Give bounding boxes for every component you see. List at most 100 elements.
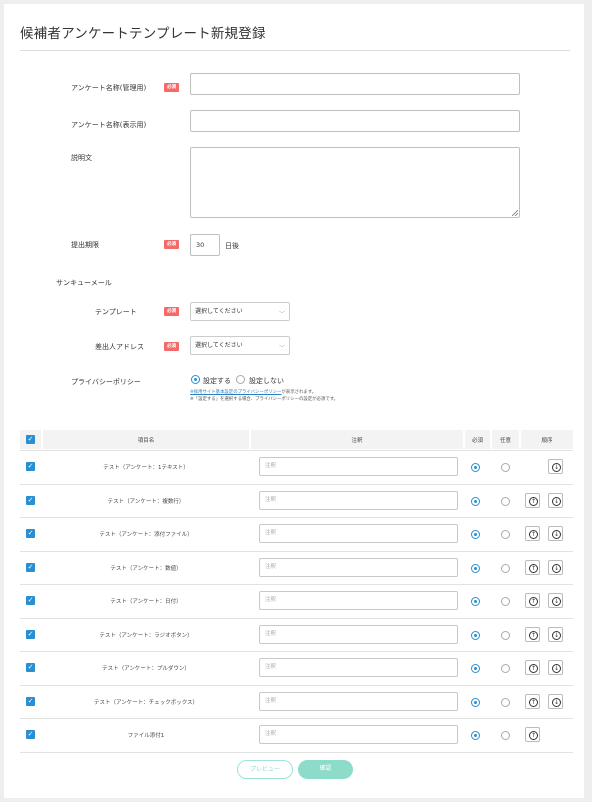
move-up-button[interactable]: ↑ bbox=[525, 660, 540, 675]
arrow-down-icon: ↓ bbox=[552, 497, 561, 506]
row-checkbox[interactable]: ✓ bbox=[26, 529, 35, 538]
privacy-note-2: ※「設定する」を選択する場合、プライバシーポリシーの設定が必須です。 bbox=[190, 397, 339, 402]
select-all-checkbox[interactable]: ✓ bbox=[26, 435, 35, 444]
name-display-input[interactable] bbox=[190, 110, 520, 132]
row-note-input[interactable]: 注釈 bbox=[259, 625, 458, 644]
move-up-button[interactable]: ↑ bbox=[525, 694, 540, 709]
row-required-radio[interactable] bbox=[471, 530, 480, 539]
row-checkbox[interactable]: ✓ bbox=[26, 496, 35, 505]
row-note-input[interactable]: 注釈 bbox=[259, 491, 458, 510]
col-header-required: 必須 bbox=[471, 438, 483, 444]
row-optional-radio[interactable] bbox=[501, 463, 510, 472]
row-checkbox[interactable]: ✓ bbox=[26, 697, 35, 706]
move-up-button[interactable]: ↑ bbox=[525, 727, 540, 742]
row-optional-radio[interactable] bbox=[501, 597, 510, 606]
required-badge: 必須 bbox=[164, 342, 179, 351]
name-admin-input[interactable] bbox=[190, 73, 520, 95]
row-required-radio[interactable] bbox=[471, 564, 480, 573]
row-optional-radio[interactable] bbox=[501, 698, 510, 707]
row-divider bbox=[20, 584, 573, 585]
privacy-policy-link[interactable]: ※採用サイト基本設定のプライバシーポリシー bbox=[190, 390, 281, 395]
row-required-radio[interactable] bbox=[471, 497, 480, 506]
row-note-input[interactable]: 注釈 bbox=[259, 457, 458, 476]
row-optional-radio[interactable] bbox=[501, 631, 510, 640]
resize-handle-icon bbox=[512, 210, 518, 216]
move-down-button[interactable]: ↓ bbox=[548, 560, 563, 575]
name-display-label: アンケート名称(表示用) bbox=[71, 121, 147, 129]
required-badge: 必須 bbox=[164, 240, 179, 249]
description-textarea[interactable] bbox=[190, 147, 520, 218]
row-checkbox[interactable]: ✓ bbox=[26, 563, 35, 572]
row-note-input[interactable]: 注釈 bbox=[259, 658, 458, 677]
chevron-down-icon: ﹀ bbox=[278, 311, 285, 318]
arrow-down-icon: ↓ bbox=[552, 530, 561, 539]
move-up-button[interactable]: ↑ bbox=[525, 627, 540, 642]
row-required-radio[interactable] bbox=[471, 597, 480, 606]
row-required-radio[interactable] bbox=[471, 631, 480, 640]
arrow-up-icon: ↑ bbox=[529, 564, 538, 573]
row-optional-radio[interactable] bbox=[501, 564, 510, 573]
row-note-input[interactable]: 注釈 bbox=[259, 725, 458, 744]
sender-label: 差出人アドレス bbox=[95, 343, 144, 351]
privacy-off-label: 設定しない bbox=[249, 377, 284, 385]
move-down-button[interactable]: ↓ bbox=[548, 593, 563, 608]
row-optional-radio[interactable] bbox=[501, 530, 510, 539]
row-note-input[interactable]: 注釈 bbox=[259, 558, 458, 577]
arrow-down-icon: ↓ bbox=[552, 631, 561, 640]
privacy-on-radio[interactable] bbox=[191, 375, 200, 384]
row-required-radio[interactable] bbox=[471, 698, 480, 707]
row-required-radio[interactable] bbox=[471, 664, 480, 673]
sender-select-value: 選択してください bbox=[195, 342, 243, 349]
row-required-radio[interactable] bbox=[471, 463, 480, 472]
row-optional-radio[interactable] bbox=[501, 497, 510, 506]
row-optional-radio[interactable] bbox=[501, 664, 510, 673]
move-down-button[interactable]: ↓ bbox=[548, 660, 563, 675]
move-down-button[interactable]: ↓ bbox=[548, 627, 563, 642]
row-checkbox[interactable]: ✓ bbox=[26, 630, 35, 639]
row-optional-radio[interactable] bbox=[501, 731, 510, 740]
row-required-radio[interactable] bbox=[471, 731, 480, 740]
arrow-up-icon: ↑ bbox=[529, 698, 538, 707]
privacy-note: ※採用サイト基本設定のプライバシーポリシーが表示されます。 bbox=[190, 390, 317, 395]
row-divider bbox=[20, 752, 573, 753]
template-label: テンプレート bbox=[95, 308, 137, 316]
move-up-button[interactable]: ↑ bbox=[525, 593, 540, 608]
row-item-name: テスト（アンケート：チェックボックス） bbox=[93, 700, 199, 706]
row-divider bbox=[20, 618, 573, 619]
move-down-button[interactable]: ↓ bbox=[548, 459, 563, 474]
description-label: 説明文 bbox=[71, 154, 92, 162]
move-down-button[interactable]: ↓ bbox=[548, 526, 563, 541]
row-divider bbox=[20, 718, 573, 719]
row-divider bbox=[20, 450, 573, 451]
arrow-down-icon: ↓ bbox=[552, 597, 561, 606]
row-item-name: テスト（アンケート：添付ファイル） bbox=[99, 532, 193, 538]
row-item-name: テスト（アンケート：数値） bbox=[110, 566, 182, 572]
move-up-button[interactable]: ↑ bbox=[525, 493, 540, 508]
row-item-name: テスト（アンケート：複数行） bbox=[107, 499, 185, 505]
move-down-button[interactable]: ↓ bbox=[548, 694, 563, 709]
move-down-button[interactable]: ↓ bbox=[548, 493, 563, 508]
col-header-note: 注釈 bbox=[351, 438, 363, 444]
row-item-name: ファイル添付1 bbox=[127, 733, 165, 739]
preview-button[interactable]: プレビュー bbox=[237, 760, 293, 779]
row-checkbox[interactable]: ✓ bbox=[26, 663, 35, 672]
row-checkbox[interactable]: ✓ bbox=[26, 730, 35, 739]
row-checkbox[interactable]: ✓ bbox=[26, 596, 35, 605]
register-button[interactable]: 確認 bbox=[298, 760, 353, 779]
template-select-value: 選択してください bbox=[195, 308, 243, 315]
move-up-button[interactable]: ↑ bbox=[525, 526, 540, 541]
arrow-up-icon: ↑ bbox=[529, 731, 538, 740]
page-title: 候補者アンケートテンプレート新規登録 bbox=[20, 26, 266, 42]
row-checkbox[interactable]: ✓ bbox=[26, 462, 35, 471]
privacy-off-radio[interactable] bbox=[236, 375, 245, 384]
move-up-button[interactable]: ↑ bbox=[525, 560, 540, 575]
row-note-input[interactable]: 注釈 bbox=[259, 591, 458, 610]
deadline-days-input[interactable]: 30 bbox=[190, 234, 220, 256]
sender-select[interactable]: 選択してください ﹀ bbox=[190, 336, 290, 355]
row-note-input[interactable]: 注釈 bbox=[259, 692, 458, 711]
row-item-name: テスト（アンケート：1テキスト） bbox=[103, 465, 189, 471]
row-item-name: テスト（アンケート：ラジオボタン） bbox=[99, 633, 193, 639]
row-note-input[interactable]: 注釈 bbox=[259, 524, 458, 543]
arrow-up-icon: ↑ bbox=[529, 530, 538, 539]
template-select[interactable]: 選択してください ﹀ bbox=[190, 302, 290, 321]
